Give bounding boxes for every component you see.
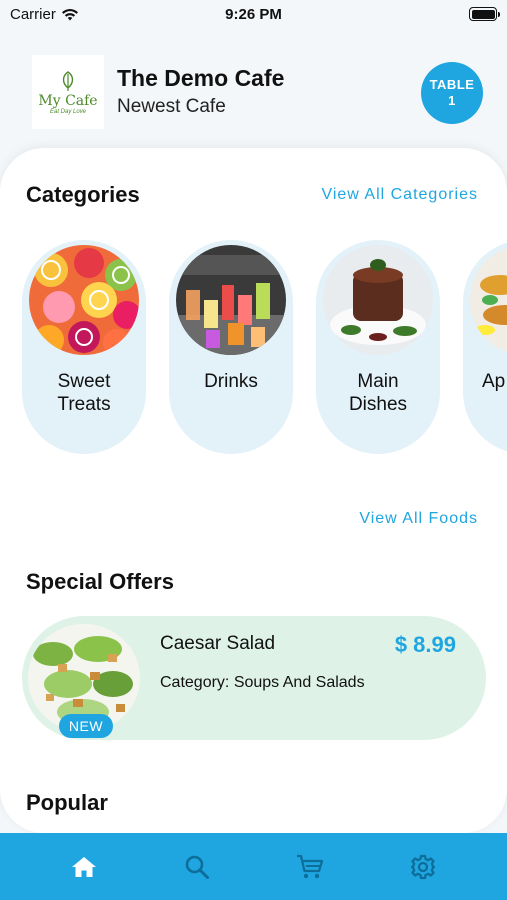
- category-drinks[interactable]: Drinks: [169, 240, 293, 454]
- special-offer-card[interactable]: NEW Caesar Salad $ 8.99 Category: Soups …: [22, 616, 486, 740]
- tab-home[interactable]: [59, 842, 109, 892]
- category-label-line1: Sweet: [57, 371, 111, 392]
- categories-title: Categories: [26, 182, 140, 207]
- category-list[interactable]: Sweet Treats Drinks Main Dishes Ap: [22, 240, 507, 455]
- category-label-line2: Dishes: [348, 394, 408, 415]
- tab-settings[interactable]: [398, 842, 448, 892]
- category-label-line1: Ap: [482, 371, 506, 392]
- category-label: Drinks: [169, 370, 293, 393]
- tab-search[interactable]: [172, 842, 222, 892]
- category-label: Sweet Treats: [22, 370, 146, 416]
- category-label-line1: Drinks: [204, 371, 258, 392]
- view-all-foods-link[interactable]: View All Foods: [359, 510, 478, 528]
- category-main-dishes[interactable]: Main Dishes: [316, 240, 440, 454]
- special-offers-title: Special Offers: [26, 569, 174, 594]
- cart-icon: [296, 854, 324, 878]
- cafe-logo: My Cafe Eat Day Love: [32, 55, 104, 129]
- new-badge: NEW: [59, 714, 113, 738]
- logo-tagline: Eat Day Love: [49, 108, 87, 115]
- status-bar: Carrier 9:26 PM: [0, 0, 507, 30]
- battery-icon: [469, 7, 500, 21]
- category-label: Ap: [463, 370, 507, 393]
- category-appetizers[interactable]: Ap: [463, 240, 507, 454]
- cafe-subtitle: Newest Cafe: [117, 96, 226, 117]
- tab-cart[interactable]: [285, 842, 335, 892]
- category-label-line2: Treats: [57, 394, 111, 415]
- status-time: 9:26 PM: [225, 6, 282, 23]
- appetizer-image: [470, 245, 507, 355]
- tab-bar: [0, 833, 507, 900]
- leaf-icon: [62, 70, 74, 91]
- table-number: 1: [448, 93, 456, 108]
- home-icon: [72, 856, 97, 877]
- candy-image: [29, 245, 139, 355]
- offer-category: Category: Soups And Salads: [160, 674, 365, 691]
- table-label: TABLE: [429, 77, 475, 92]
- cafe-name: The Demo Cafe: [117, 65, 285, 91]
- settings-icon: [410, 854, 435, 879]
- steak-image: [323, 245, 433, 355]
- search-icon: [185, 855, 210, 879]
- drinks-image: [176, 245, 286, 355]
- category-label-line1: Main: [357, 371, 399, 392]
- table-badge[interactable]: TABLE 1: [421, 62, 483, 124]
- category-sweet-treats[interactable]: Sweet Treats: [22, 240, 146, 454]
- logo-name: My Cafe: [38, 92, 98, 109]
- category-label: Main Dishes: [316, 370, 440, 416]
- offer-price: $ 8.99: [394, 632, 456, 657]
- header: My Cafe Eat Day Love The Demo Cafe Newes…: [32, 55, 483, 129]
- popular-title: Popular: [26, 790, 108, 815]
- offer-name: Caesar Salad: [160, 633, 276, 654]
- view-all-categories-link[interactable]: View All Categories: [321, 186, 478, 204]
- main-card: Categories View All Categories Sweet Tre…: [0, 148, 507, 833]
